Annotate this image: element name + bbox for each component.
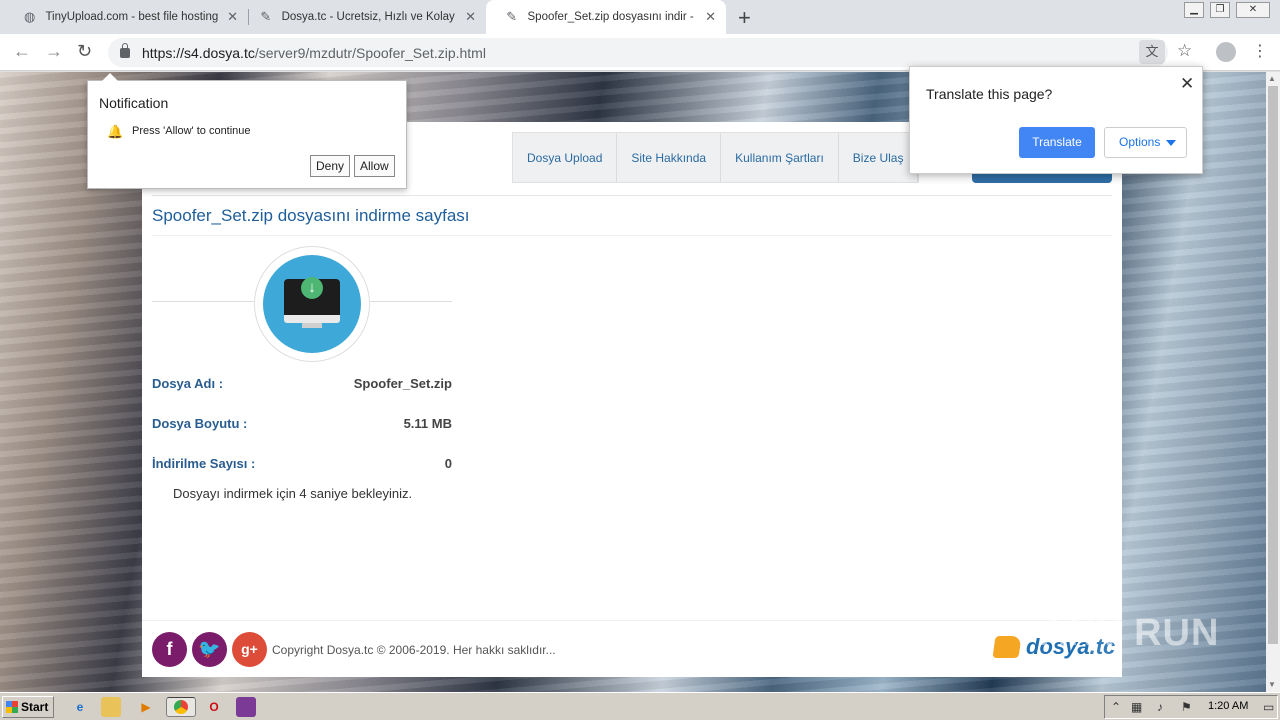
forward-icon[interactable]: → xyxy=(45,41,63,62)
scrollbar-thumb[interactable] xyxy=(1268,86,1278,644)
monitor-stand xyxy=(302,323,322,328)
internet-explorer-icon[interactable]: e xyxy=(70,697,90,717)
notification-permission-popup: Notification 🔔 Press 'Allow' to continue… xyxy=(87,73,407,189)
anyrun-watermark: ANY RUN xyxy=(1040,612,1220,654)
opera-icon[interactable]: O xyxy=(204,697,224,717)
info-row-file-name: Dosya Adı : Spoofer_Set.zip xyxy=(152,376,452,391)
bell-icon: 🔔 xyxy=(107,124,124,139)
globe-icon: ◍ xyxy=(24,9,36,24)
chrome-icon[interactable] xyxy=(166,697,196,717)
restore-icon[interactable]: ❐ xyxy=(1210,2,1230,18)
divider xyxy=(152,195,1112,196)
info-value: 5.11 MB xyxy=(403,416,452,431)
scroll-down-icon[interactable]: ▼ xyxy=(1268,680,1276,689)
chrome-logo xyxy=(174,700,188,714)
wait-message: Dosyayı indirmek için 4 saniye bekleyini… xyxy=(173,486,413,501)
allow-button[interactable]: Allow xyxy=(354,155,395,177)
translate-title: Translate this page? xyxy=(926,86,1053,102)
show-desktop-icon[interactable]: ▭ xyxy=(1263,700,1274,714)
media-player-icon[interactable]: ▶ xyxy=(136,697,156,717)
options-dropdown[interactable]: Options xyxy=(1104,127,1187,158)
notification-message: Press 'Allow' to continue xyxy=(132,125,251,137)
tab-title: Spoofer_Set.zip dosyasını indir - dov xyxy=(527,11,698,23)
volume-icon[interactable]: ♪ xyxy=(1157,700,1163,714)
lock-icon xyxy=(120,42,130,58)
nav-bize-ulas[interactable]: Bize Ulaş xyxy=(839,133,919,182)
start-button[interactable]: Start xyxy=(2,696,54,718)
chevron-down-icon xyxy=(1166,140,1176,146)
deny-button[interactable]: Deny xyxy=(310,155,351,177)
minimize-icon[interactable]: ▁ xyxy=(1184,2,1204,18)
info-label: İndirilme Sayısı : xyxy=(152,456,256,471)
taskbar-clock[interactable]: 1:20 AM xyxy=(1208,700,1248,712)
close-tab-icon[interactable]: ✕ xyxy=(465,9,476,25)
footer-divider xyxy=(142,620,1122,621)
divider xyxy=(152,235,1112,236)
nav-kullanim-sartlari[interactable]: Kullanım Şartları xyxy=(721,133,839,182)
google-plus-icon[interactable]: g+ xyxy=(232,632,267,667)
url-host: https://s4.dosya.tc xyxy=(142,44,255,61)
tab-dosya-home[interactable]: ✎ Dosya.tc - Ücretsiz, Hızlı ve Kolay Do… xyxy=(240,0,486,34)
info-label: Dosya Adı : xyxy=(152,376,224,391)
scroll-up-icon[interactable]: ▲ xyxy=(1268,74,1276,83)
translate-button[interactable]: Translate xyxy=(1019,127,1095,158)
main-content-card: dosya.tc Dosya Upload Site Hakkında Kull… xyxy=(142,122,1122,677)
back-icon[interactable]: ← xyxy=(13,41,31,62)
new-tab-icon[interactable]: + xyxy=(738,5,751,31)
bookmark-star-icon[interactable]: ☆ xyxy=(1177,41,1192,61)
translate-popup: Translate this page? ✕ Translate Options xyxy=(909,66,1203,174)
nav-dosya-upload[interactable]: Dosya Upload xyxy=(513,133,618,182)
explorer-folder-icon[interactable] xyxy=(101,697,121,717)
info-row-file-size: Dosya Boyutu : 5.11 MB xyxy=(152,416,452,431)
page-title: Spoofer_Set.zip dosyasını indirme sayfas… xyxy=(152,206,470,225)
options-label: Options xyxy=(1119,135,1161,149)
close-icon[interactable]: ✕ xyxy=(1180,74,1194,94)
windows-taskbar: Start e ▶ O ⌃ ▦ ♪ ⚑ ▭ xyxy=(0,692,1280,720)
download-arrow-icon: ↓ xyxy=(301,277,323,299)
tab-spoofer-download[interactable]: ✎ Spoofer_Set.zip dosyasını indir - dov … xyxy=(486,0,726,34)
show-hidden-icons-icon[interactable]: ⌃ xyxy=(1111,700,1121,714)
translate-icon[interactable]: 文 xyxy=(1139,40,1165,64)
info-label: Dosya Boyutu : xyxy=(152,416,248,431)
address-bar[interactable]: https://s4.dosya.tc /server9/mzdutr/Spoo… xyxy=(108,38,1168,67)
system-tray: ⌃ ▦ ♪ ⚑ ▭ xyxy=(1104,695,1278,719)
notification-title: Notification xyxy=(99,95,169,111)
nav-site-hakkinda[interactable]: Site Hakkında xyxy=(617,133,722,182)
info-row-download-count: İndirilme Sayısı : 0 xyxy=(152,456,452,471)
more-menu-icon[interactable]: ⋮ xyxy=(1252,41,1268,61)
window-close-icon[interactable]: ✕ xyxy=(1236,2,1270,18)
network-icon[interactable]: ▦ xyxy=(1131,700,1142,714)
monitor-base xyxy=(284,315,340,323)
dosya-favicon: ✎ xyxy=(506,9,518,24)
twitter-icon[interactable]: 🐦 xyxy=(192,632,227,667)
reload-icon[interactable]: ↻ xyxy=(77,41,92,62)
action-center-flag-icon[interactable]: ⚑ xyxy=(1181,700,1192,714)
tab-strip: ◍ TinyUpload.com - best file hosting so … xyxy=(0,0,1280,34)
info-value: Spoofer_Set.zip xyxy=(353,376,452,391)
windows-logo-icon xyxy=(6,701,18,713)
tab-title: TinyUpload.com - best file hosting so xyxy=(45,11,220,23)
tab-tinyupload[interactable]: ◍ TinyUpload.com - best file hosting so … xyxy=(4,0,248,34)
close-tab-icon[interactable]: ✕ xyxy=(705,9,716,25)
start-label: Start xyxy=(21,700,49,714)
info-value: 0 xyxy=(444,456,452,471)
facebook-icon[interactable]: f xyxy=(152,632,187,667)
winrar-icon[interactable] xyxy=(236,697,256,717)
copyright-text: Copyright Dosya.tc © 2006-2019. Her hakk… xyxy=(272,643,556,657)
account-icon[interactable] xyxy=(1216,42,1236,62)
site-nav: Dosya Upload Site Hakkında Kullanım Şart… xyxy=(512,132,920,183)
tab-title: Dosya.tc - Ücretsiz, Hızlı ve Kolay Do xyxy=(281,11,458,23)
url-path: /server9/mzdutr/Spoofer_Set.zip.html xyxy=(254,44,486,61)
close-tab-icon[interactable]: ✕ xyxy=(227,9,238,25)
dosya-favicon: ✎ xyxy=(260,9,272,24)
folder-logo-icon xyxy=(992,636,1022,658)
header-button-edge[interactable] xyxy=(972,174,1112,183)
